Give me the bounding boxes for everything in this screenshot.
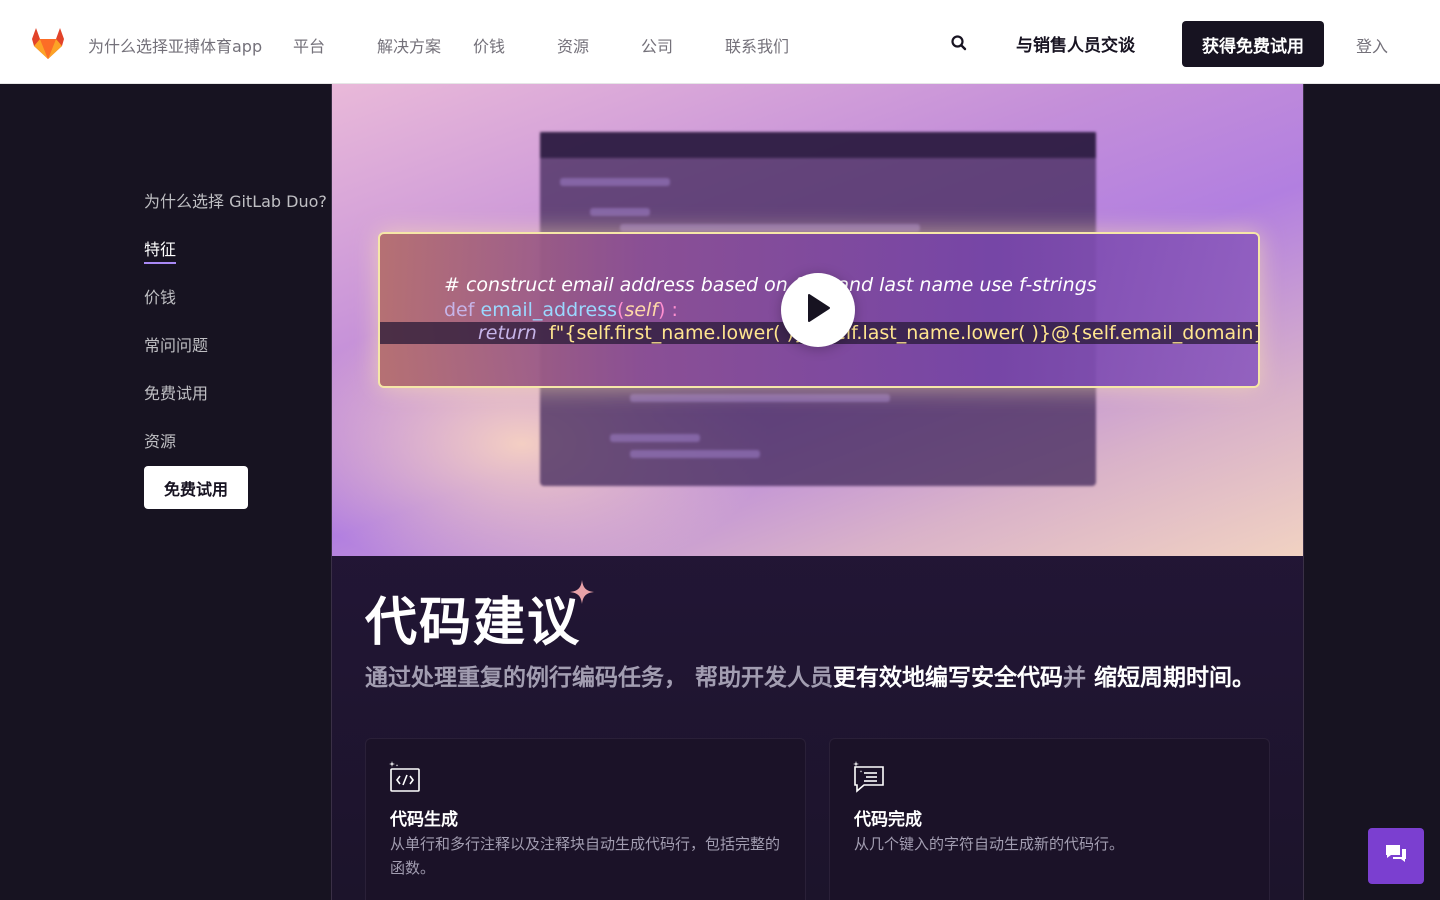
section-title: 代码建议 [365,593,582,653]
sidebar-free-trial-button[interactable]: 免费试用 [144,466,248,509]
search-icon[interactable] [950,34,968,52]
site-header: 为什么选择亚搏体育app 平台 解决方案 价钱 资源 公司 联系我们 与销售人员… [0,0,1440,84]
video-player[interactable]: # construct email address based on first… [332,84,1303,556]
feature-card-code-generation: 代码生成 从单行和多行注释以及注释块自动生成代码行，包括完整的函数。 [365,738,806,900]
card-title: 代码生成 [390,810,458,830]
sidebar-item-resources[interactable]: 资源 [144,428,176,452]
get-free-trial-button[interactable]: 获得免费试用 [1182,21,1324,67]
talk-to-sales-link[interactable]: 与销售人员交谈 [1016,31,1135,56]
code-completion-icon [852,761,886,795]
nav-item-why[interactable]: 为什么选择亚搏体育app [88,33,262,57]
sidebar-item-pricing[interactable]: 价钱 [144,284,176,308]
nav-item-pricing[interactable]: 价钱 [473,33,505,57]
sidebar-item-free-trial[interactable]: 免费试用 [144,380,208,404]
sidebar-item-faq[interactable]: 常问问题 [144,332,208,356]
play-icon [805,293,831,327]
nav-item-company[interactable]: 公司 [641,33,673,57]
code-generation-icon [388,761,422,795]
card-description: 从几个键入的字符自动生成新的代码行。 [854,835,1125,853]
login-link[interactable]: 登入 [1356,33,1388,57]
card-description: 从单行和多行注释以及注释块自动生成代码行，包括完整的函数。 [390,835,781,877]
code-def-line: def email_address(self) : [444,299,678,321]
feature-card-code-completion: 代码完成 从几个键入的字符自动生成新的代码行。 [829,738,1270,900]
play-button[interactable] [781,273,855,347]
nav-item-resources[interactable]: 资源 [557,33,589,57]
chat-button[interactable] [1368,828,1424,884]
chat-icon [1385,844,1407,868]
sparkle-icon [570,580,594,604]
code-comment-line: # construct email address based on first… [444,274,1097,296]
nav-item-platform[interactable]: 平台 [293,33,325,57]
card-title: 代码完成 [854,810,922,830]
nav-item-contact[interactable]: 联系我们 [725,33,789,57]
sidebar-item-features[interactable]: 特征 [144,236,177,264]
section-subtitle: 通过处理重复的例行编码任务， 帮助开发人员更有效地编写安全代码并 缩短周期时间。 [365,665,1256,691]
sidebar-item-why-duo[interactable]: 为什么选择 GitLab Duo? [144,188,327,212]
code-return-line: return f"{self.first_name.lower( )}.{sel… [478,322,1260,344]
gitlab-logo-icon[interactable] [30,26,66,60]
nav-item-solutions[interactable]: 解决方案 [377,33,441,57]
main-content: # construct email address based on first… [331,84,1304,900]
